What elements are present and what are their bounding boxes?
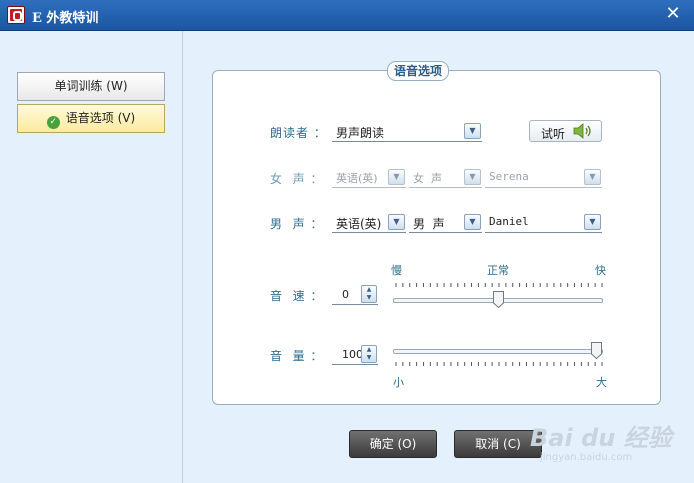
female-language-value: 英语(英) (336, 172, 378, 185)
chevron-down-icon[interactable]: ▼ (464, 214, 481, 230)
chevron-down-icon[interactable]: ▼ (584, 169, 601, 185)
female-gender-select[interactable]: 女 声 ▼ (409, 168, 482, 188)
female-voice-select[interactable]: Serena ▼ (485, 168, 602, 188)
male-language-value: 英语(英) (336, 217, 382, 231)
spin-down-icon[interactable]: ▼ (362, 294, 376, 302)
spin-buttons[interactable]: ▲ ▼ (361, 345, 377, 363)
male-voice-value: Daniel (489, 215, 529, 228)
app-logo-icon (7, 6, 25, 24)
spin-up-icon[interactable]: ▲ (362, 346, 376, 354)
listen-label: 试听 (541, 127, 566, 141)
speaker-icon (573, 123, 591, 139)
voice-options-group: 语音选项 朗读者 ： 男声朗读 ▼ 试听 女 声 ： 英语(英) ▼ 女 声 ▼… (212, 61, 661, 405)
female-voice-value: Serena (489, 170, 529, 183)
male-label: 男 声 ： (270, 217, 324, 231)
volume-scale-high: 大 (596, 376, 607, 389)
speed-scale-fast: 快 (595, 264, 606, 277)
chevron-down-icon[interactable]: ▼ (584, 214, 601, 230)
male-voice-select[interactable]: Daniel ▼ (485, 213, 602, 233)
volume-scale-low: 小 (393, 376, 404, 389)
speed-spinbox[interactable]: 0 ▲ ▼ (332, 285, 378, 305)
female-label: 女 声 ： (270, 172, 324, 186)
sidebar-item-word-training[interactable]: 单词训练 (W) (17, 72, 165, 101)
volume-label: 音 量 ： (270, 349, 324, 363)
volume-ticks (395, 362, 603, 366)
volume-spinbox[interactable]: 100 ▲ ▼ (332, 345, 378, 365)
speed-scale-slow: 慢 (391, 264, 402, 277)
speed-value: 0 (342, 288, 349, 301)
sidebar-item-label: 单词训练 (W) (54, 79, 128, 93)
chevron-down-icon[interactable]: ▼ (388, 214, 405, 230)
reader-select[interactable]: 男声朗读 ▼ (332, 122, 482, 142)
sidebar: 单词训练 (W) ✓ 语音选项 (V) (0, 31, 183, 483)
spin-down-icon[interactable]: ▼ (362, 354, 376, 362)
volume-slider-thumb[interactable] (591, 342, 602, 359)
speed-scale-normal: 正常 (487, 264, 509, 277)
speed-slider-thumb[interactable] (492, 291, 504, 308)
male-gender-value: 男 声 (413, 217, 445, 231)
chevron-down-icon[interactable]: ▼ (388, 169, 405, 185)
speed-label: 音 速 ： (270, 289, 324, 303)
chevron-down-icon[interactable]: ▼ (464, 123, 481, 139)
main-panel: 语音选项 朗读者 ： 男声朗读 ▼ 试听 女 声 ： 英语(英) ▼ 女 声 ▼… (183, 31, 694, 483)
window-title: E 外教特训 (32, 11, 99, 26)
ok-button[interactable]: 确定 (O) (349, 430, 437, 458)
sidebar-item-label: 语音选项 (V) (65, 111, 136, 125)
group-title: 语音选项 (387, 61, 450, 81)
male-gender-select[interactable]: 男 声 ▼ (409, 213, 482, 233)
title-bar: E 外教特训 ✕ (0, 0, 694, 31)
female-language-select[interactable]: 英语(英) ▼ (332, 168, 406, 188)
sidebar-item-voice-options[interactable]: ✓ 语音选项 (V) (17, 104, 165, 133)
volume-slider-track[interactable] (393, 349, 603, 354)
cancel-button[interactable]: 取消 (C) (454, 430, 542, 458)
chevron-down-icon[interactable]: ▼ (464, 169, 481, 185)
check-icon: ✓ (46, 116, 60, 129)
male-language-select[interactable]: 英语(英) ▼ (332, 213, 406, 233)
female-gender-value: 女 声 (413, 172, 442, 185)
reader-label: 朗读者 ： (270, 126, 327, 140)
volume-value: 100 (342, 348, 363, 361)
speed-ticks (395, 283, 603, 287)
spin-up-icon[interactable]: ▲ (362, 286, 376, 294)
spin-buttons[interactable]: ▲ ▼ (361, 285, 377, 303)
listen-button[interactable]: 试听 (529, 120, 602, 142)
close-button[interactable]: ✕ (662, 3, 684, 25)
reader-value: 男声朗读 (336, 126, 385, 140)
